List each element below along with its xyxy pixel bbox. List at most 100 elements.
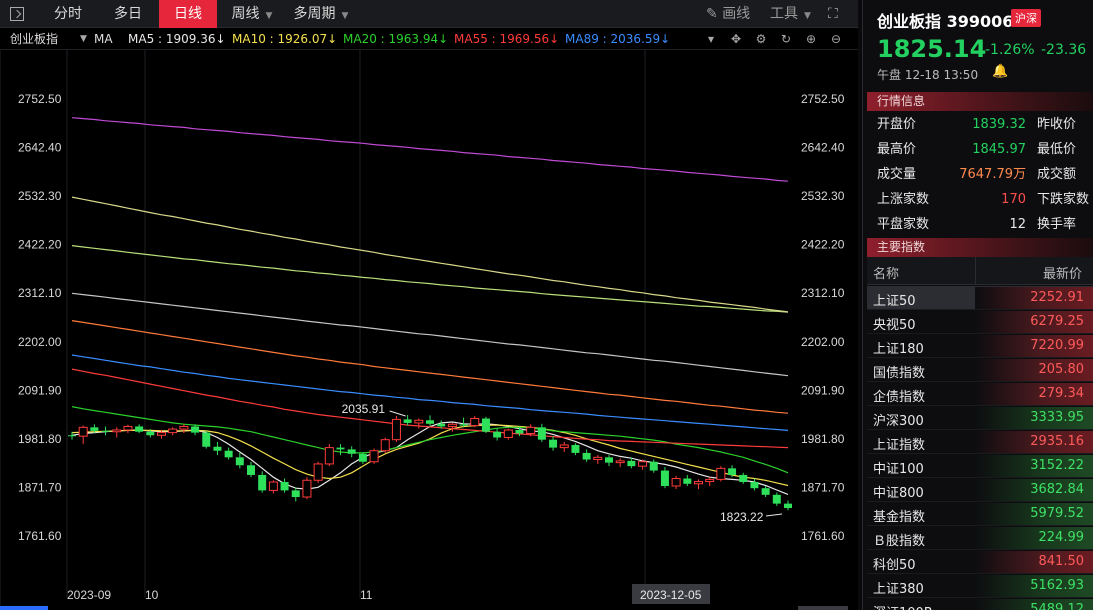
chevron-down-icon[interactable]: ▼: [80, 28, 87, 50]
index-row[interactable]: 上证50 2252.91: [867, 286, 1093, 310]
candle-body: [716, 467, 726, 480]
candle-body: [728, 468, 737, 475]
index-row[interactable]: 深证100R 5489.12: [867, 598, 1093, 610]
index-name: 上证380: [873, 582, 924, 597]
info-label-2: 最低价: [1037, 142, 1077, 157]
y-tick-label: 2642.40: [18, 141, 62, 155]
scrollbar-thumb: [0, 606, 48, 610]
tools-button[interactable]: 工具 ▼: [770, 0, 811, 28]
index-row[interactable]: 企债指数 279.34: [867, 382, 1093, 406]
info-value: 12: [1009, 217, 1026, 232]
ma-label[interactable]: MA: [94, 28, 113, 50]
high-annotation: 2035.91: [342, 402, 386, 416]
gear-icon[interactable]: ⚙: [754, 32, 768, 46]
tab-intraday[interactable]: 分时: [40, 0, 96, 28]
expand-icon[interactable]: [10, 7, 24, 21]
kline-chart[interactable]: 2752.50 2752.50 2642.40 2642.40 2532.30 2532.…: [0, 50, 858, 610]
candle-body: [784, 503, 792, 509]
index-price-cell: 841.50: [975, 551, 1093, 573]
index-name: 科创50: [873, 558, 916, 573]
index-row[interactable]: 中证100 3152.22: [867, 454, 1093, 478]
info-label: 平盘家数: [877, 217, 930, 232]
index-row[interactable]: 基金指数 5979.52: [867, 502, 1093, 526]
move-icon[interactable]: ✥: [729, 32, 743, 46]
index-row[interactable]: 国债指数 205.80: [867, 358, 1093, 382]
pencil-icon: ✎: [706, 6, 723, 22]
index-name: Ｂ股指数: [873, 534, 926, 549]
x-tick-label: 2023-09: [67, 588, 111, 602]
collapse-icon[interactable]: ▾: [704, 32, 718, 46]
index-price-cell: 205.80: [975, 359, 1093, 381]
index-name: 深证100R: [873, 602, 933, 610]
candle-body: [447, 423, 457, 427]
candle-body: [123, 425, 133, 431]
tab-daily[interactable]: 日线: [159, 0, 217, 28]
indices-header: 主要指数: [867, 238, 1093, 257]
y-tick-label: 1871.70: [18, 480, 62, 494]
crosshair-date: 2023-12-05: [640, 588, 702, 602]
info-value: 1839.32: [972, 117, 1026, 132]
index-name: 央视50: [873, 318, 916, 333]
index-row[interactable]: 央视50 6279.25: [867, 310, 1093, 334]
ma-curve: [71, 117, 789, 182]
candle-body: [627, 460, 636, 467]
candle-body: [493, 431, 502, 438]
index-row[interactable]: Ｂ股指数 224.99: [867, 526, 1093, 550]
tab-multiperiod[interactable]: 多周期 ▼: [286, 0, 356, 28]
y-tick-label: 1761.60: [18, 529, 62, 543]
candle-body: [481, 418, 490, 432]
y-tick-label: 2091.90: [18, 383, 62, 397]
x-tick-label: 10: [145, 588, 159, 602]
info-label: 成交量: [877, 167, 917, 182]
index-price-cell: 5162.93: [975, 575, 1093, 597]
index-price-cell: 3682.84: [975, 479, 1093, 501]
candle-body: [537, 427, 546, 440]
index-price: 224.99: [1038, 530, 1085, 545]
index-row[interactable]: 沪深300 3333.95: [867, 406, 1093, 430]
remove-icon[interactable]: ⊖: [829, 32, 843, 46]
index-price-cell: 5979.52: [975, 503, 1093, 525]
candle-body: [694, 481, 703, 485]
index-name: 中证100: [873, 462, 924, 477]
refresh-icon[interactable]: ↻: [779, 32, 793, 46]
last-price: 1825.14: [877, 35, 987, 63]
candle-body: [101, 430, 110, 432]
index-row[interactable]: 科创50 841.50: [867, 550, 1093, 574]
candle-body: [135, 426, 144, 432]
y-tick-label-right: 1981.80: [801, 432, 845, 446]
fullscreen-icon[interactable]: ⛶: [828, 6, 844, 22]
candle-body: [414, 419, 424, 424]
period-toolbar: 分时 多日 日线 周线 ▼ 多周期 ▼ ✎ 画线 工具 ▼ ⛶: [0, 0, 858, 28]
candle-body: [313, 463, 323, 481]
bell-icon[interactable]: 🔔: [992, 64, 1008, 79]
add-icon[interactable]: ⊕: [804, 32, 818, 46]
chevron-down-icon: ▼: [341, 11, 349, 21]
ma20-value: MA20 : 1963.94↓: [343, 32, 449, 46]
index-row[interactable]: 中证800 3682.84: [867, 478, 1093, 502]
ma5-value: MA5 : 1909.36↓: [128, 32, 226, 46]
candle-body: [671, 477, 681, 487]
info-row: 最高价 1845.97 最低价: [877, 137, 1093, 162]
change-percent: -1.26%: [985, 42, 1035, 58]
index-price: 5489.12: [1030, 602, 1084, 610]
index-row[interactable]: 上证180 7220.99: [867, 334, 1093, 358]
index-row[interactable]: 上证380 5162.93: [867, 574, 1093, 598]
draw-line-button[interactable]: ✎ 画线: [706, 0, 750, 28]
candle-body: [291, 490, 300, 498]
y-tick-label: 2312.10: [18, 286, 62, 300]
index-row[interactable]: 上证指数 2935.16: [867, 430, 1093, 454]
candle-body: [391, 418, 401, 441]
candle-body: [112, 429, 122, 433]
ma-curve: [71, 368, 789, 449]
ma89-value: MA89 : 2036.59↓: [565, 32, 671, 46]
tab-weekly[interactable]: 周线 ▼: [222, 0, 282, 28]
candle-body: [739, 474, 748, 483]
index-price-cell: 3152.22: [975, 455, 1093, 477]
col-name: 名称: [873, 267, 900, 282]
candle-body: [660, 470, 669, 486]
index-price-cell: 2935.16: [975, 431, 1093, 453]
candle-body: [605, 457, 613, 463]
tab-multiday[interactable]: 多日: [100, 0, 156, 28]
info-label: 最高价: [877, 142, 917, 157]
candle-body: [324, 447, 334, 465]
